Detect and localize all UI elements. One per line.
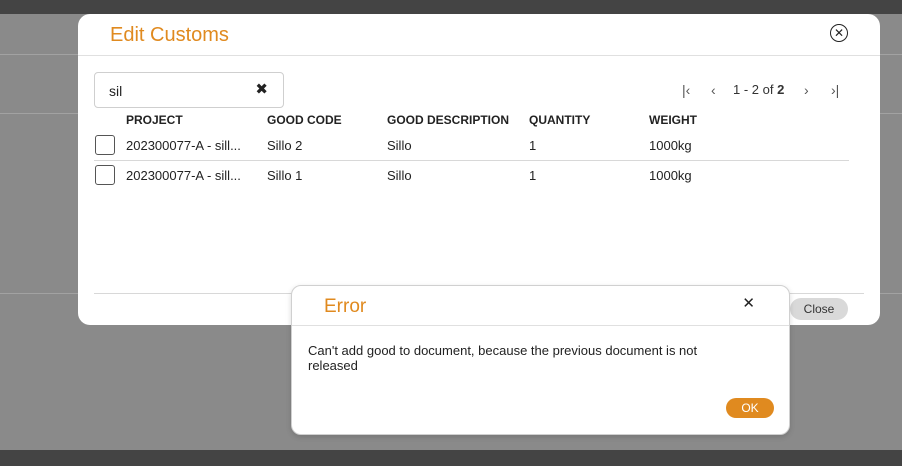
column-header-good-code[interactable]: GOOD CODE	[267, 113, 342, 127]
prev-page-icon[interactable]: ‹	[711, 82, 716, 98]
cell-project: 202300077-A - sill...	[126, 138, 241, 153]
row-checkbox[interactable]	[95, 165, 115, 185]
close-button[interactable]: Close	[790, 298, 848, 320]
dialog-title: Edit Customs	[110, 24, 229, 46]
first-page-icon[interactable]: |‹	[682, 82, 690, 98]
ok-button[interactable]: OK	[726, 398, 774, 418]
pagination-range: 1 - 2 of 2	[733, 82, 784, 97]
cell-weight: 1000kg	[649, 168, 692, 183]
search-field: ✖	[94, 72, 284, 108]
next-page-icon[interactable]: ›	[804, 82, 809, 98]
cell-quantity: 1	[529, 138, 537, 153]
row-checkbox[interactable]	[95, 135, 115, 155]
column-header-weight[interactable]: WEIGHT	[649, 113, 697, 127]
error-message: Can't add good to document, because the …	[308, 343, 698, 373]
row-divider	[94, 160, 849, 161]
close-circle-icon[interactable]: ✕	[830, 24, 848, 42]
close-x-icon[interactable]: ✕	[742, 294, 755, 312]
edit-customs-dialog: Edit Customs ✕ ✖ |‹ ‹ 1 - 2 of 2 › ›| PR…	[78, 14, 880, 325]
top-bar	[0, 0, 902, 14]
last-page-icon[interactable]: ›|	[831, 82, 839, 98]
search-input[interactable]	[109, 81, 249, 101]
cell-good-description: Sillo	[387, 168, 412, 183]
error-dialog: Error ✕ Can't add good to document, beca…	[291, 285, 790, 435]
cell-project: 202300077-A - sill...	[126, 168, 241, 183]
column-header-quantity[interactable]: QUANTITY	[529, 113, 590, 127]
cell-good-code: Sillo 2	[267, 138, 303, 153]
error-divider	[292, 325, 789, 326]
column-header-project[interactable]: PROJECT	[126, 113, 183, 127]
cell-good-code: Sillo 1	[267, 168, 303, 183]
dialog-divider	[78, 55, 880, 56]
error-title: Error	[324, 296, 367, 317]
pagination-total: 2	[777, 82, 785, 97]
bottom-bar	[0, 450, 902, 466]
cell-weight: 1000kg	[649, 138, 692, 153]
clear-x-icon[interactable]: ✖	[255, 80, 268, 98]
pagination-range-text: 1 - 2 of	[733, 82, 778, 97]
cell-quantity: 1	[529, 168, 537, 183]
column-header-good-description[interactable]: GOOD DESCRIPTION	[387, 113, 509, 127]
cell-good-description: Sillo	[387, 138, 412, 153]
